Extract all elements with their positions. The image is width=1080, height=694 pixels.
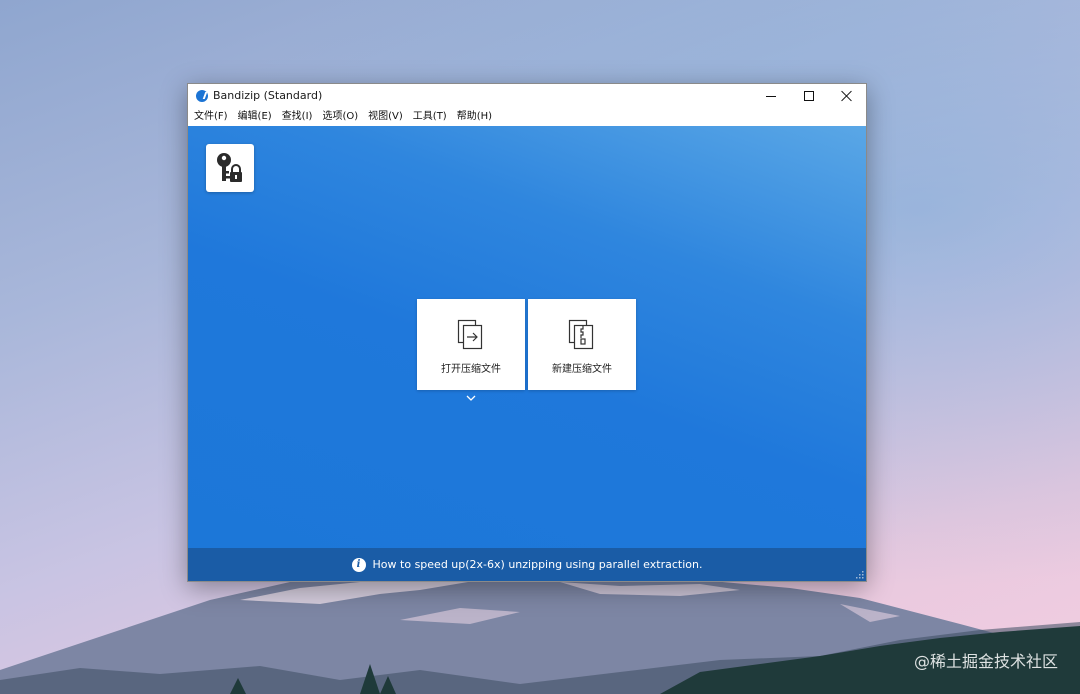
title-bar[interactable]: Bandizip (Standard) [188,84,866,108]
open-archive-label: 打开压缩文件 [441,364,501,375]
window-title: Bandizip (Standard) [213,89,323,102]
key-lock-icon [217,153,242,182]
resize-grip-icon[interactable] [856,571,864,579]
menu-view[interactable]: 视图(V) [363,108,408,126]
minimize-icon [766,95,776,97]
maximize-button[interactable] [790,84,828,108]
minimize-button[interactable] [752,84,790,108]
new-archive-button[interactable]: 新建压缩文件 [528,299,636,390]
bandizip-logo-icon [196,90,208,102]
open-archive-button[interactable]: 打开压缩文件 [417,299,525,390]
chevron-down-icon[interactable] [466,394,476,402]
open-archive-icon [457,319,483,350]
close-button[interactable] [828,84,866,108]
status-bar[interactable]: i How to speed up(2x-6x) unzipping using… [188,548,866,581]
menu-find[interactable]: 查找(I) [277,108,318,126]
menu-bar: 文件(F) 编辑(E) 查找(I) 选项(O) 视图(V) 工具(T) 帮助(H… [188,108,866,126]
menu-tools[interactable]: 工具(T) [408,108,452,126]
bandizip-window: Bandizip (Standard) 文件(F) 编辑(E) 查找(I) 选项… [187,83,867,582]
menu-file[interactable]: 文件(F) [188,108,233,126]
main-content-area: 打开压缩文件 新建压缩文件 [188,126,866,548]
menu-edit[interactable]: 编辑(E) [233,108,277,126]
password-manager-button[interactable] [206,144,254,192]
close-icon [841,90,853,102]
menu-options[interactable]: 选项(O) [317,108,363,126]
new-archive-label: 新建压缩文件 [552,364,612,375]
menu-help[interactable]: 帮助(H) [452,108,497,126]
maximize-icon [804,91,814,101]
watermark-text: @稀土掘金技术社区 [913,652,1058,671]
status-tip-link[interactable]: How to speed up(2x-6x) unzipping using p… [373,558,703,571]
zip-archive-icon [568,319,594,350]
info-icon: i [351,557,366,572]
